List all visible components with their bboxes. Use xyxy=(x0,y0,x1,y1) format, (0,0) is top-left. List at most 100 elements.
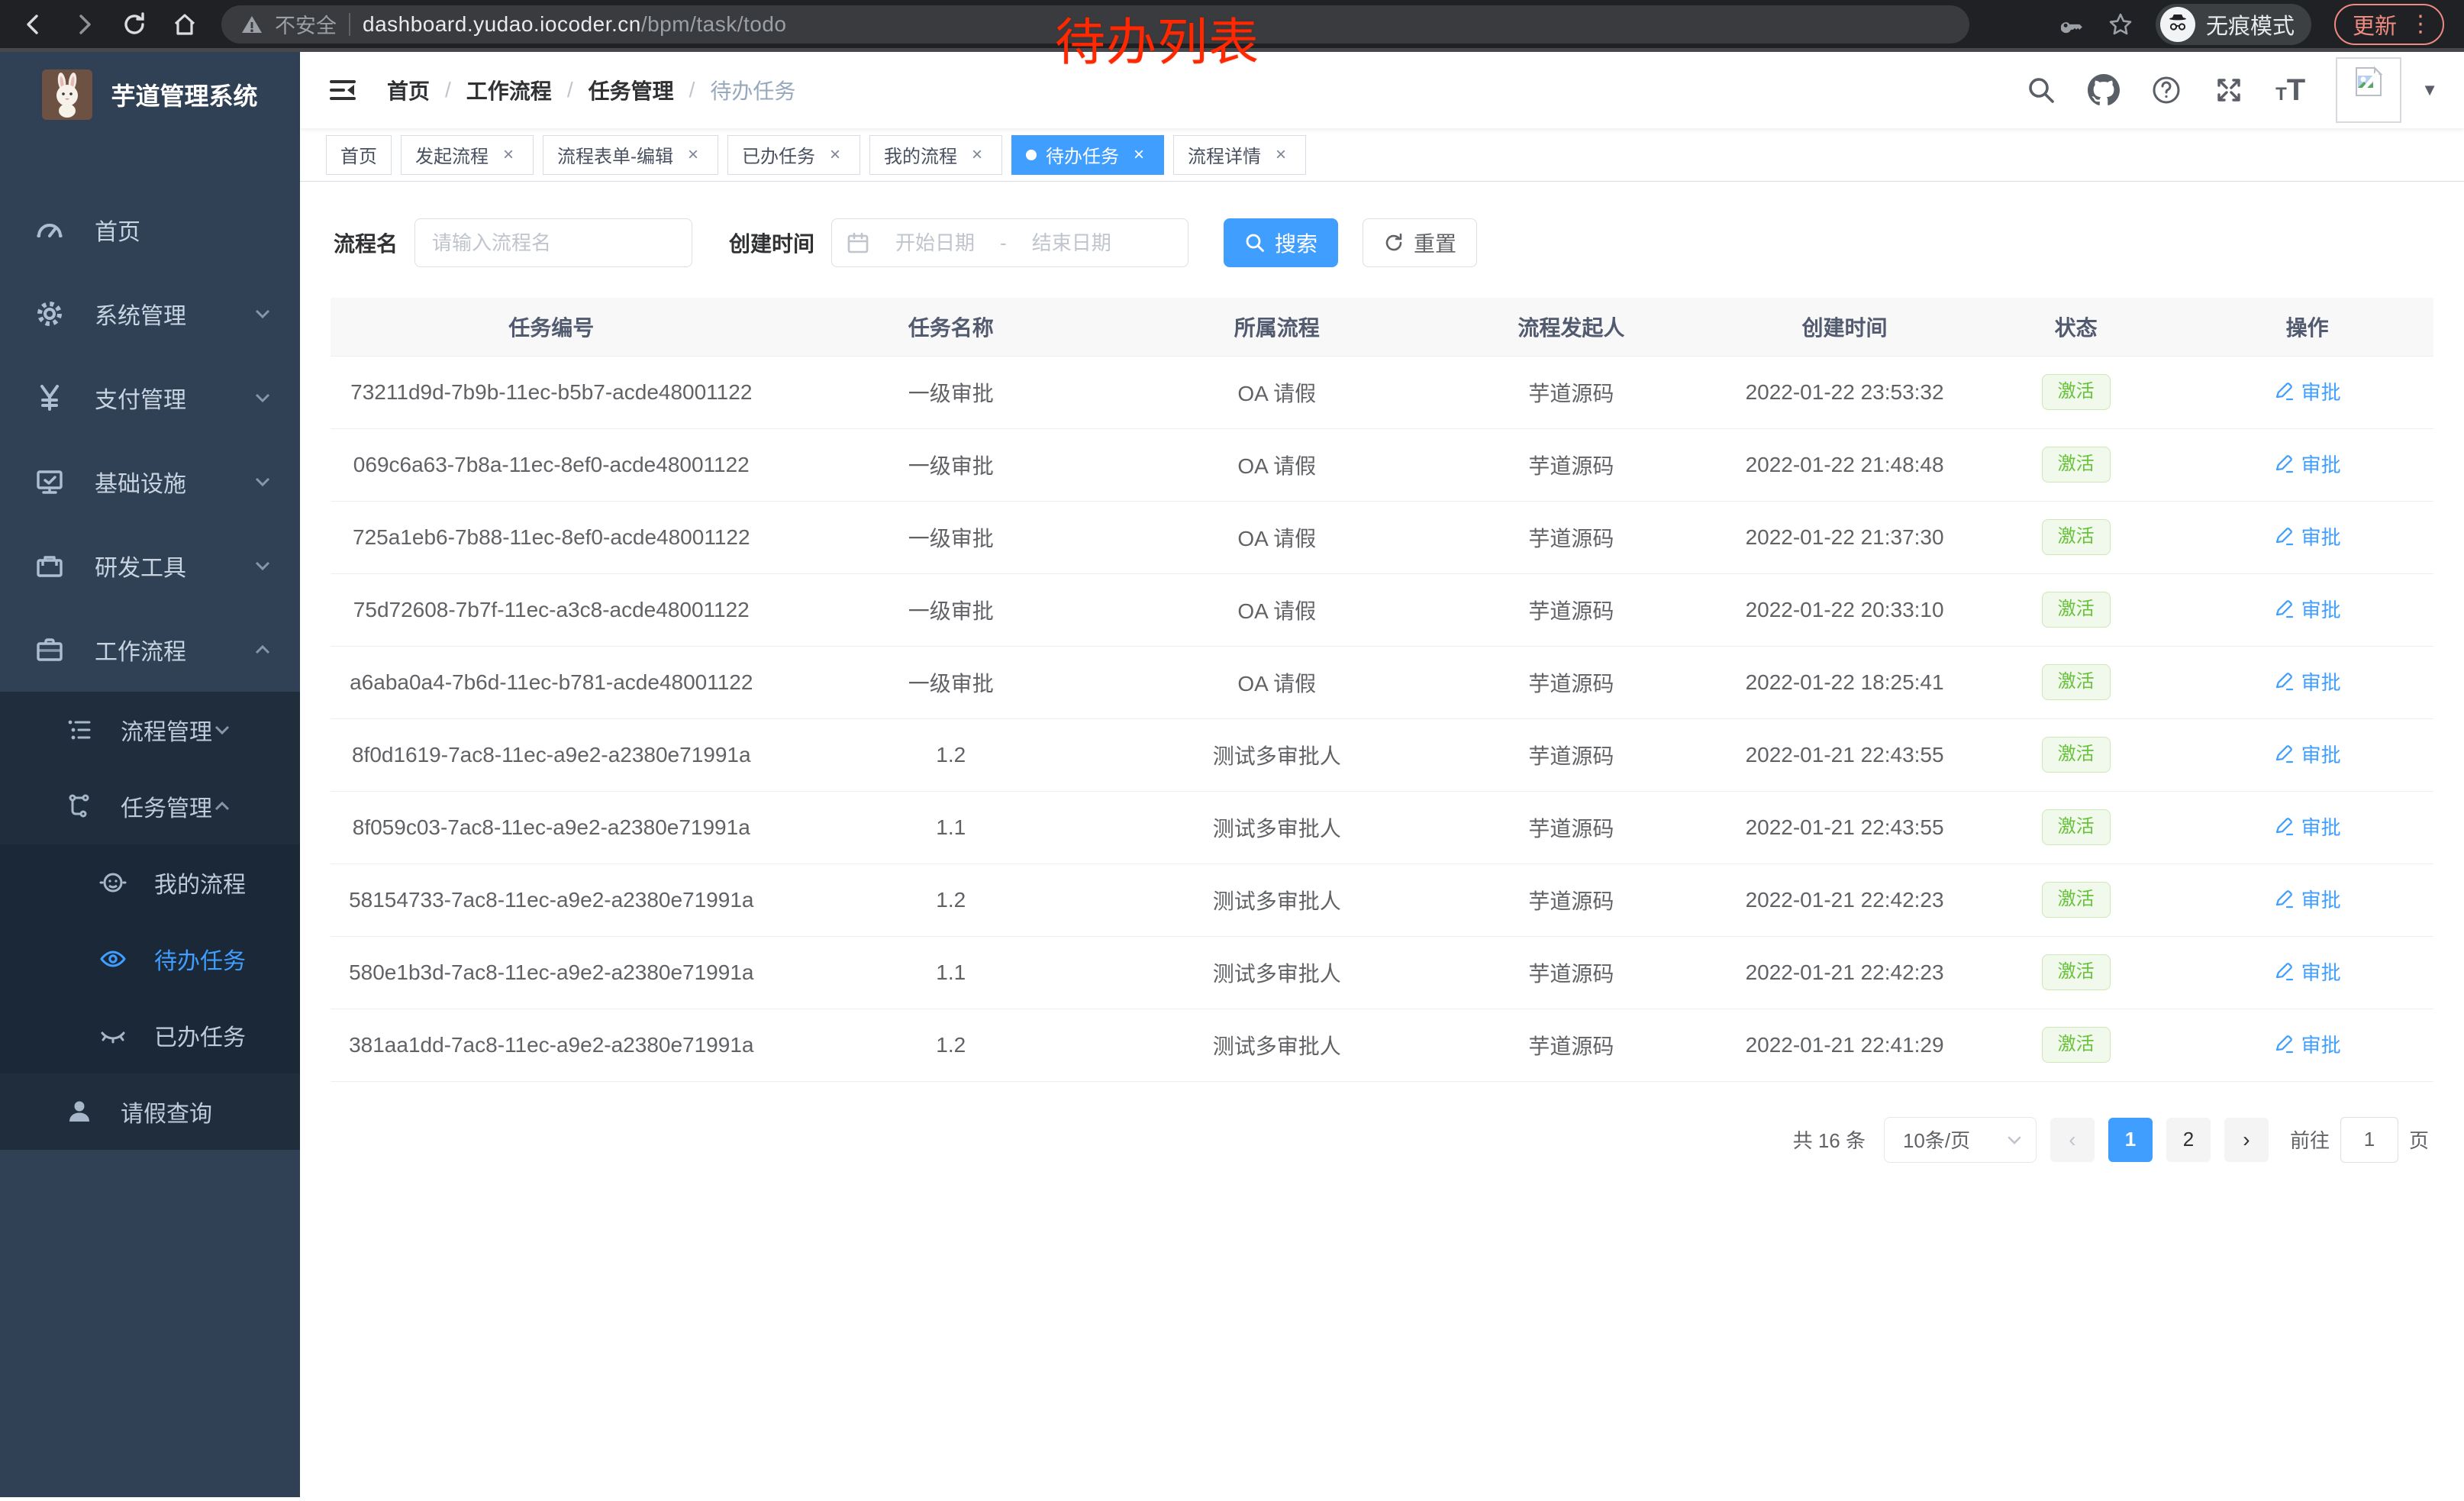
approve-link[interactable]: 审批 xyxy=(2274,740,2341,768)
sidebar-item-infrastructure[interactable]: 基础设施 xyxy=(0,440,300,524)
close-icon[interactable]: × xyxy=(498,144,519,166)
help-icon[interactable] xyxy=(2150,74,2182,106)
github-icon[interactable] xyxy=(2088,74,2120,106)
broken-image-icon xyxy=(2352,65,2385,98)
page-number-1[interactable]: 1 xyxy=(2108,1118,2153,1162)
breadcrumb-home[interactable]: 首页 xyxy=(387,75,430,105)
breadcrumb-workflow[interactable]: 工作流程 xyxy=(466,75,552,105)
sidebar-collapse-icon[interactable] xyxy=(326,73,360,107)
sidebar-item-system[interactable]: 系统管理 xyxy=(0,272,300,356)
toolbox-icon xyxy=(34,550,66,582)
cell-status: 激活 xyxy=(1971,863,2182,936)
sidebar-item-workflow[interactable]: 工作流程 xyxy=(0,608,300,692)
sidebar-item-leave-query[interactable]: 请假查询 xyxy=(0,1073,300,1150)
status-badge: 激活 xyxy=(2042,592,2111,628)
back-icon[interactable] xyxy=(20,11,47,38)
chevron-down-icon xyxy=(253,304,273,324)
search-icon[interactable] xyxy=(2025,74,2057,106)
gear-icon xyxy=(34,298,66,330)
avatar[interactable] xyxy=(2336,57,2401,123)
forward-icon[interactable] xyxy=(70,11,98,38)
close-icon[interactable]: × xyxy=(1128,144,1150,166)
tab-home[interactable]: 首页 xyxy=(326,135,392,175)
avatar-caret-icon[interactable]: ▼ xyxy=(2421,80,2438,100)
tab-my-process[interactable]: 我的流程× xyxy=(869,135,1002,175)
sidebar-item-process-mgmt[interactable]: 流程管理 xyxy=(0,692,300,768)
cell-task-id: 069c6a63-7b8a-11ec-8ef0-acde48001122 xyxy=(331,428,772,501)
approve-link[interactable]: 审批 xyxy=(2274,1030,2341,1058)
bookmark-star-icon[interactable] xyxy=(2108,12,2133,37)
cell-task-id: 58154733-7ac8-11ec-a9e2-a2380e71991a xyxy=(331,863,772,936)
approve-link[interactable]: 审批 xyxy=(2274,885,2341,913)
top-navbar: 首页 / 工作流程 / 任务管理 / 待办任务 TT xyxy=(300,52,2464,128)
close-icon[interactable]: × xyxy=(824,144,846,166)
font-size-icon[interactable]: TT xyxy=(2275,73,2305,108)
cell-task-name: 1.2 xyxy=(772,863,1130,936)
password-key-icon[interactable] xyxy=(2061,12,2085,37)
sidebar-item-done-tasks[interactable]: 已办任务 xyxy=(0,997,300,1073)
sidebar-item-my-process[interactable]: 我的流程 xyxy=(0,844,300,921)
cell-created: 2022-01-21 22:43:55 xyxy=(1718,791,1971,863)
table-row: 8f059c03-7ac8-11ec-a9e2-a2380e71991a 1.1… xyxy=(331,791,2433,863)
end-date-input[interactable] xyxy=(1014,231,1129,255)
date-range-picker[interactable]: - xyxy=(831,218,1188,267)
close-icon[interactable]: × xyxy=(1270,144,1292,166)
app-logo-image xyxy=(42,69,92,120)
cell-task-name: 1.1 xyxy=(772,936,1130,1009)
approve-link[interactable]: 审批 xyxy=(2274,595,2341,623)
cell-action: 审批 xyxy=(2181,501,2433,573)
cell-task-id: 725a1eb6-7b88-11ec-8ef0-acde48001122 xyxy=(331,501,772,573)
security-label[interactable]: 不安全 xyxy=(275,9,337,39)
sidebar-item-home[interactable]: 首页 xyxy=(0,188,300,272)
task-table-body: 73211d9d-7b9b-11ec-b5b7-acde48001122 一级审… xyxy=(331,356,2433,1081)
fullscreen-icon[interactable] xyxy=(2213,74,2245,106)
prev-page-button[interactable]: ‹ xyxy=(2050,1118,2095,1162)
browser-menu-icon[interactable]: ⋮ xyxy=(2409,11,2432,37)
page-size-select[interactable]: 10条/页 xyxy=(1884,1117,2037,1163)
approve-link[interactable]: 审批 xyxy=(2274,377,2341,405)
approve-link[interactable]: 审批 xyxy=(2274,667,2341,696)
approve-link[interactable]: 审批 xyxy=(2274,522,2341,550)
approve-link[interactable]: 审批 xyxy=(2274,957,2341,986)
table-row: 725a1eb6-7b88-11ec-8ef0-acde48001122 一级审… xyxy=(331,501,2433,573)
home-icon[interactable] xyxy=(171,11,198,38)
sidebar-item-task-mgmt[interactable]: 任务管理 xyxy=(0,768,300,844)
tab-start-process[interactable]: 发起流程× xyxy=(401,135,534,175)
status-badge: 激活 xyxy=(2042,664,2111,700)
cell-initiator: 芋道源码 xyxy=(1424,1009,1719,1081)
search-button[interactable]: 搜索 xyxy=(1224,218,1338,267)
close-icon[interactable]: × xyxy=(682,144,704,166)
approve-link[interactable]: 审批 xyxy=(2274,812,2341,841)
next-page-button[interactable]: › xyxy=(2224,1118,2269,1162)
tab-form-edit[interactable]: 流程表单-编辑× xyxy=(543,135,718,175)
url-text[interactable]: dashboard.yudao.iocoder.cn/bpm/task/todo xyxy=(363,12,786,37)
app-logo-row[interactable]: 芋道管理系统 xyxy=(0,52,300,137)
start-date-input[interactable] xyxy=(878,231,992,255)
reload-icon[interactable] xyxy=(121,11,148,38)
page-number-2[interactable]: 2 xyxy=(2166,1118,2211,1162)
col-created: 创建时间 xyxy=(1718,298,1971,356)
process-name-input[interactable] xyxy=(414,218,692,267)
breadcrumb-task-mgmt[interactable]: 任务管理 xyxy=(589,75,674,105)
tab-process-detail[interactable]: 流程详情× xyxy=(1173,135,1306,175)
chevron-up-icon xyxy=(212,796,232,816)
sidebar-item-payment[interactable]: 支付管理 xyxy=(0,356,300,440)
cell-action: 审批 xyxy=(2181,1009,2433,1081)
cell-process: 测试多审批人 xyxy=(1130,1009,1424,1081)
approve-link[interactable]: 审批 xyxy=(2274,450,2341,478)
close-icon[interactable]: × xyxy=(966,144,988,166)
cell-action: 审批 xyxy=(2181,356,2433,428)
status-badge: 激活 xyxy=(2042,1027,2111,1063)
tab-todo-tasks[interactable]: 待办任务× xyxy=(1011,135,1164,175)
cell-created: 2022-01-22 18:25:41 xyxy=(1718,646,1971,718)
sidebar-item-devtools[interactable]: 研发工具 xyxy=(0,524,300,608)
edit-pencil-icon xyxy=(2274,670,2295,692)
goto-page-input[interactable] xyxy=(2340,1117,2398,1163)
reset-button[interactable]: 重置 xyxy=(1363,218,1477,267)
url-bar[interactable]: 不安全 dashboard.yudao.iocoder.cn/bpm/task/… xyxy=(221,5,1969,44)
chevron-down-icon xyxy=(253,472,273,492)
browser-update-button[interactable]: 更新 ⋮ xyxy=(2334,4,2444,45)
tab-done-tasks[interactable]: 已办任务× xyxy=(727,135,860,175)
sidebar-item-todo-tasks[interactable]: 待办任务 xyxy=(0,921,300,997)
col-task-name: 任务名称 xyxy=(772,298,1130,356)
